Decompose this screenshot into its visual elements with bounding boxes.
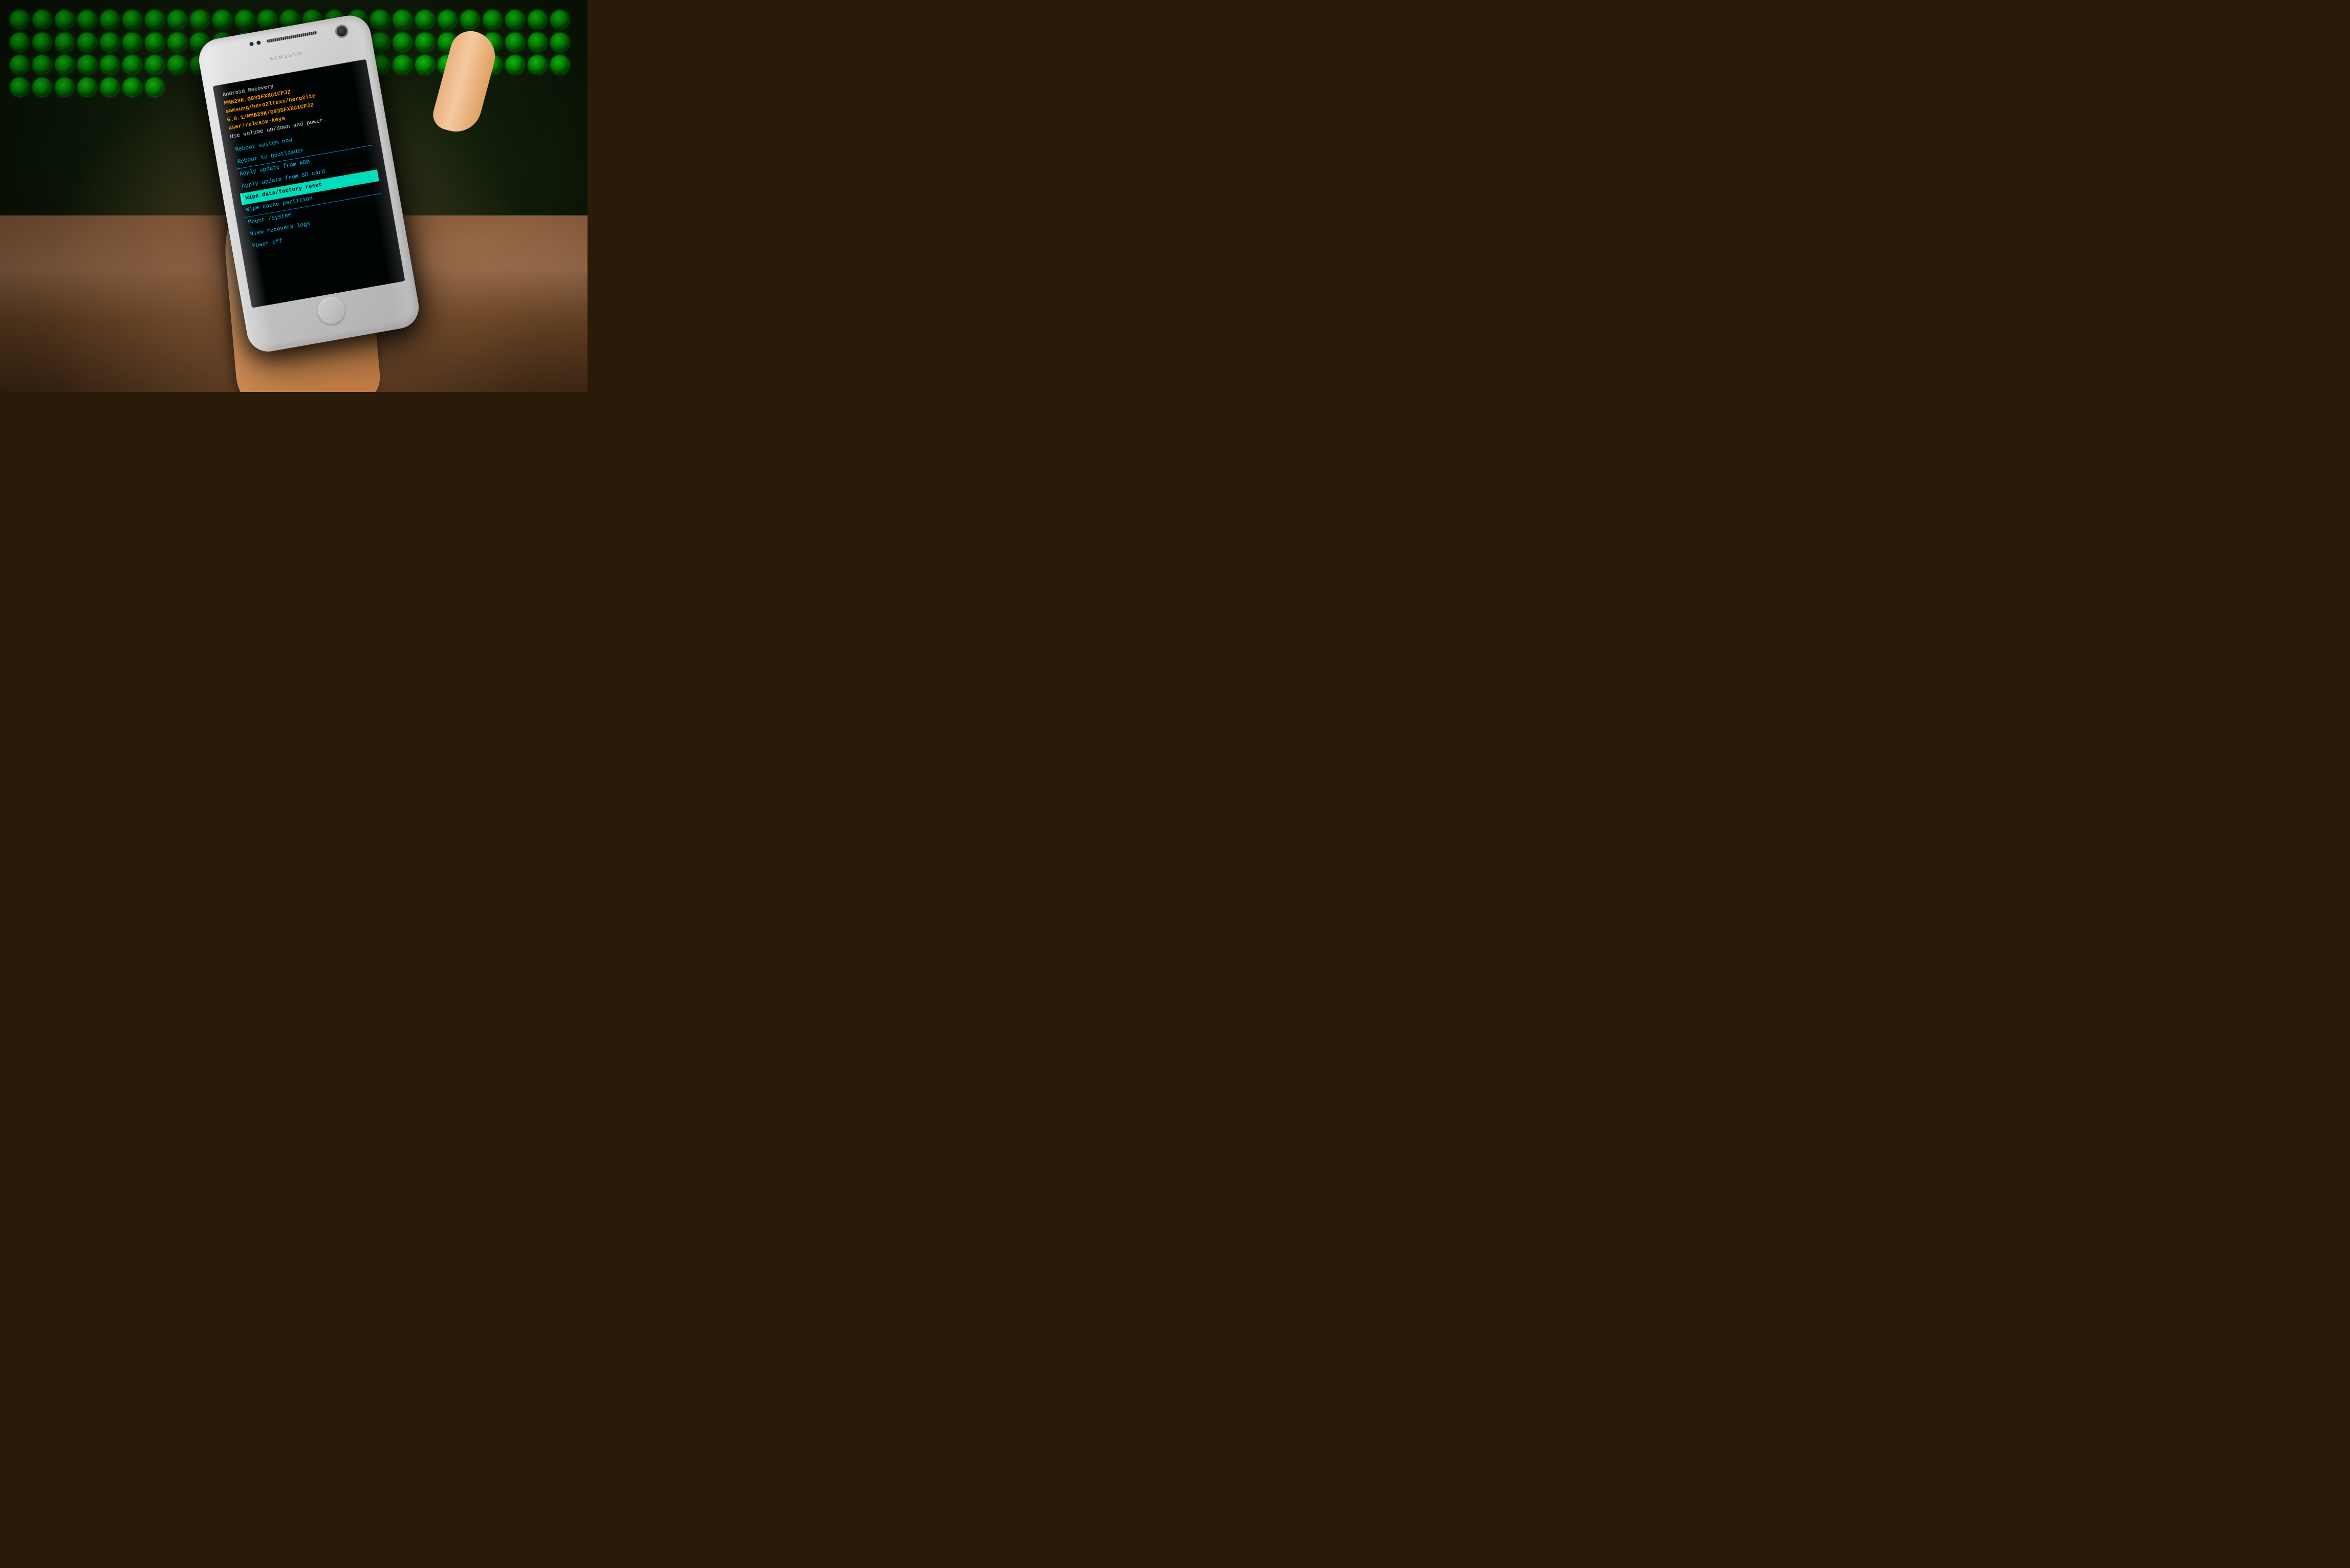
screen-content: Android Recovery MMB29K.G935FXXU1CPJ2 sa…	[213, 59, 397, 262]
brand-text: SAMSUNG	[269, 51, 303, 61]
scene: SAMSUNG Android Recovery MMB29K.G935FXXU…	[0, 0, 588, 392]
phone-screen: Android Recovery MMB29K.G935FXXU1CPJ2 sa…	[213, 59, 405, 308]
phone-top-bar	[214, 25, 352, 53]
front-camera-area	[336, 25, 347, 37]
home-button[interactable]	[316, 295, 346, 326]
sensor-dot	[256, 40, 261, 45]
recovery-menu[interactable]: Reboot system now Reboot to bootloader A…	[231, 121, 387, 253]
sensors	[249, 40, 261, 47]
camera-lens	[336, 25, 347, 37]
speaker-grille	[267, 31, 318, 42]
sensor-dot	[249, 41, 254, 46]
hand-container: SAMSUNG Android Recovery MMB29K.G935FXXU…	[115, 0, 473, 392]
